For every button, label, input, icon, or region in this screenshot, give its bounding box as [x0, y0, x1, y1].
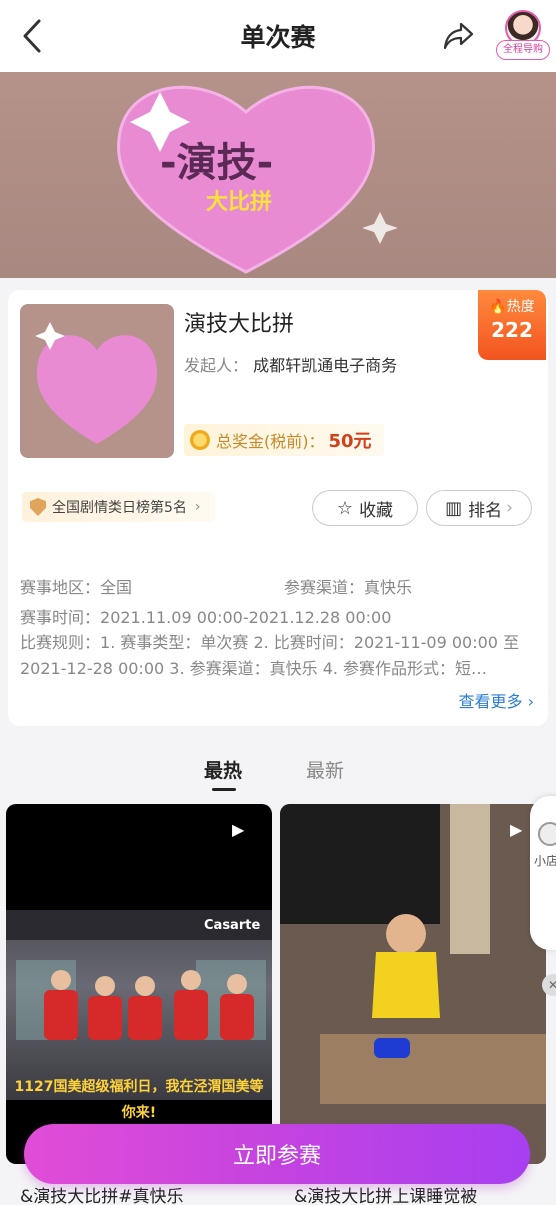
chevron-right-icon: ›: [506, 498, 513, 518]
video-card[interactable]: ▶ Casarte 1127国美超级福利日，我在泾渭国美等你来!: [6, 804, 272, 1164]
sponsor-name[interactable]: 成都轩凯通电子商务: [253, 356, 397, 375]
favorite-button[interactable]: ☆ 收藏: [312, 490, 418, 526]
ranking-label: 排名: [468, 500, 503, 521]
store-staff-image: [6, 910, 272, 1040]
region-value: 全国: [100, 578, 133, 597]
see-more-link[interactable]: 查看更多 ›: [459, 688, 535, 712]
ranking-tag[interactable]: 全国剧情类日榜第5名 ›: [22, 492, 215, 522]
event-thumbnail: [20, 304, 174, 458]
video-card[interactable]: ▶: [280, 804, 546, 1164]
share-button[interactable]: [438, 16, 478, 56]
chevron-right-icon: ›: [522, 692, 534, 711]
tab-newest[interactable]: 最新: [306, 756, 344, 783]
sponsor-label: 发起人：: [184, 356, 249, 375]
region-row: 赛事地区：全国: [20, 574, 132, 598]
banner-title: -演技-: [160, 140, 274, 186]
favorite-label: 收藏: [359, 500, 394, 521]
ranking-button[interactable]: ▥ 排名 ›: [426, 490, 532, 526]
video-title[interactable]: &演技大比拼上课睡觉被: [294, 1182, 554, 1205]
video-caption: 1127国美超级福利日，我在泾渭国美等你来!: [14, 1079, 264, 1121]
event-banner: -演技- 大比拼: [0, 72, 556, 278]
coin-icon: [190, 430, 210, 450]
time-row: 赛事时间：2021.11.09 00:00-2021.12.28 00:00: [20, 604, 391, 628]
time-label: 赛事时间：: [20, 608, 101, 627]
rules-text: 比赛规则：1. 赛事类型：单次赛 2. 比赛时间：2021-11-09 00:0…: [20, 630, 536, 682]
region-label: 赛事地区：: [20, 578, 101, 597]
floating-shop-widget[interactable]: 小店: [530, 796, 556, 950]
see-more-label: 查看更多: [458, 692, 523, 711]
bar-chart-icon: ▥: [445, 497, 463, 519]
video-thumbnail: Casarte: [6, 910, 272, 1100]
video-title[interactable]: &演技大比拼#真快乐: [20, 1182, 270, 1205]
time-value: 2021.11.09 00:00-2021.12.28 00:00: [100, 608, 392, 627]
channel-row: 参赛渠道：真快乐: [284, 574, 412, 598]
chevron-right-icon: ›: [194, 499, 201, 515]
content-tabs: 最热 最新: [0, 750, 556, 796]
top-nav-bar: 单次赛 全程导购: [0, 0, 556, 72]
prize-amount: 50元: [328, 431, 372, 452]
heat-label: 热度: [506, 299, 535, 315]
tab-hottest[interactable]: 最热: [204, 756, 242, 783]
guide-label: 全程导购: [496, 40, 550, 60]
play-icon: ▶: [232, 820, 245, 839]
sponsor-row: 发起人： 成都轩凯通电子商务: [184, 352, 397, 376]
active-tab-indicator: [212, 788, 236, 791]
thumbnail-heart-image: [35, 322, 158, 444]
channel-label: 参赛渠道：: [284, 578, 365, 597]
banner-heart-artwork: [117, 85, 398, 274]
ranking-text: 全国剧情类日榜第5名: [52, 500, 187, 516]
star-icon: ☆: [336, 497, 354, 519]
prize-label: 总奖金(税前)：: [216, 432, 325, 451]
store-sign: Casarte: [204, 918, 261, 933]
event-info-card: 演技大比拼 发起人： 成都轩凯通电子商务 总奖金(税前)： 50元 🔥热度 22…: [8, 290, 548, 726]
heat-value: 222: [491, 318, 533, 342]
share-icon: [443, 22, 474, 50]
heat-badge: 🔥热度 222: [478, 290, 546, 360]
shop-mascot-icon: [538, 822, 556, 846]
prize-badge: 总奖金(税前)： 50元: [184, 424, 384, 456]
shopping-guide-button[interactable]: 全程导购: [496, 10, 550, 62]
channel-value: 真快乐: [364, 578, 413, 597]
join-contest-button[interactable]: 立即参赛: [24, 1124, 530, 1184]
event-name: 演技大比拼: [184, 312, 295, 337]
banner-subtitle: 大比拼: [206, 190, 273, 215]
video-thumbnail: [280, 804, 546, 1164]
floating-label: 小店: [534, 854, 556, 868]
shield-icon: [30, 498, 46, 516]
flame-icon: 🔥: [489, 299, 507, 315]
rules-label: 比赛规则：: [20, 633, 101, 652]
